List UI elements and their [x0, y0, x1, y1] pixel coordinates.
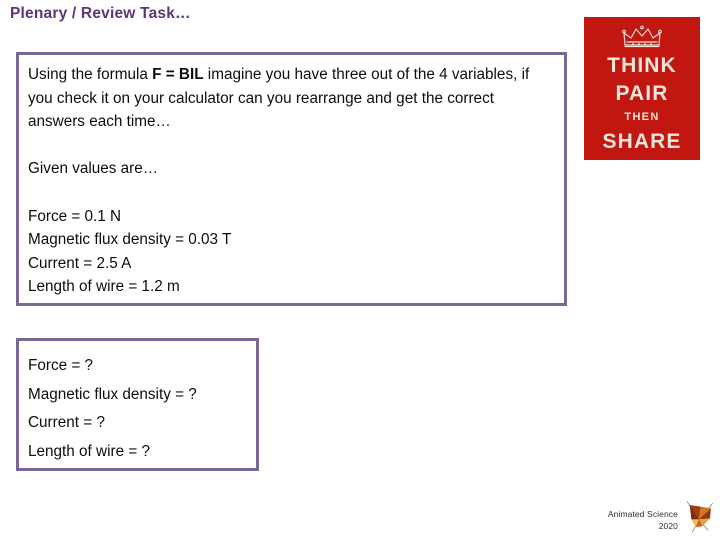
attribution-text: Animated Science 2020	[608, 508, 678, 532]
attribution-year: 2020	[658, 521, 678, 531]
given-value-force: Force = 0.1 N	[28, 207, 122, 225]
unknown-value-flux-density: Magnetic flux density = ?	[28, 385, 197, 403]
given-value-length: Length of wire = 1.2 m	[28, 278, 180, 296]
given-value-current: Current = 2.5 A	[28, 254, 132, 272]
instruction-text-prefix: Using the formula	[28, 66, 153, 83]
unknown-value-force: Force = ?	[28, 357, 94, 374]
poster-line-think: THINK	[607, 54, 677, 77]
page-title: Plenary / Review Task…	[10, 5, 191, 22]
unknown-value-current: Current = ?	[28, 414, 105, 432]
poster-line-pair: PAIR	[615, 82, 669, 105]
unknown-value-length: Length of wire = ?	[28, 442, 151, 460]
given-value-flux-density: Magnetic flux density = 0.03 T	[28, 231, 232, 249]
animated-science-logo-icon	[686, 501, 713, 533]
task-instruction-paragraph: Using the formula F = BIL imagine you ha…	[28, 63, 555, 134]
think-pair-share-poster: THINK PAIR THEN SHARE	[584, 17, 700, 160]
poster-line-then: THEN	[624, 111, 660, 123]
formula-bil: F = BIL	[152, 66, 204, 83]
attribution-credit: Animated Science	[607, 509, 678, 519]
given-values-box: Using the formula F = BIL imagine you ha…	[16, 52, 567, 306]
poster-line-share: SHARE	[602, 130, 682, 153]
unknown-values-box: Force = ? Magnetic flux density = ? Curr…	[16, 338, 259, 471]
crown-icon	[622, 25, 662, 48]
given-values-heading: Given values are…	[28, 160, 159, 178]
heading-spacer	[28, 181, 555, 205]
